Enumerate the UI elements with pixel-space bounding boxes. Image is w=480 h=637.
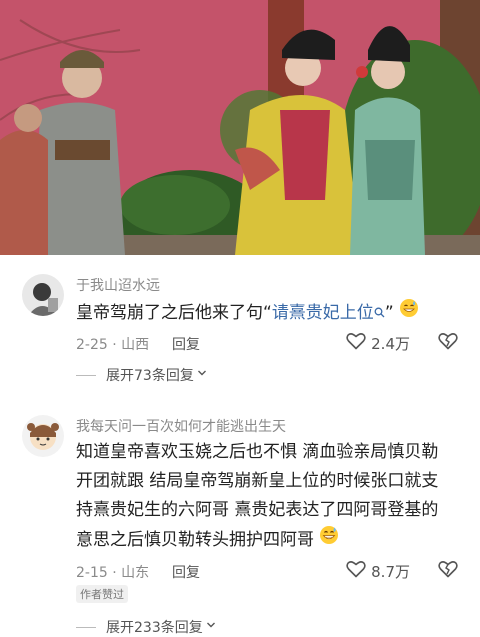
divider — [76, 374, 96, 376]
like-count: 2.4万 — [371, 334, 410, 353]
avatar[interactable] — [22, 415, 64, 457]
heart-icon — [346, 332, 366, 354]
reply-button[interactable]: 回复 — [172, 334, 200, 354]
dislike-icon — [438, 333, 458, 354]
comment-1: 于我山迢水远 皇帝驾崩了之后他来了句“请熹贵妃上位” 2-25 · 山西 回复 … — [0, 255, 480, 395]
username[interactable]: 我每天问一百次如何才能逃出生天 — [76, 416, 286, 436]
divider — [76, 626, 96, 628]
username[interactable]: 于我山迢水远 — [76, 275, 160, 295]
author-liked-badge: 作者赞过 — [76, 585, 128, 603]
comment-meta: 2-25 · 山西 — [76, 337, 150, 353]
dislike-button[interactable] — [438, 332, 458, 354]
comment-text-line: 开团就跟 结局皇帝驾崩新皇上位的时候张口就支 — [76, 471, 439, 491]
expand-replies-button[interactable]: 展开73条回复 — [76, 365, 208, 385]
dislike-button[interactable] — [438, 560, 458, 582]
heart-icon — [346, 560, 366, 582]
reply-button[interactable]: 回复 — [172, 562, 200, 582]
comment-location: 山西 — [121, 337, 150, 353]
comment-text-end: ” — [384, 303, 394, 323]
dislike-icon — [438, 561, 458, 582]
comment-text: 知道皇帝喜欢玉娆之后也不惧 滴血验亲局慎贝勒 开团就跟 结局皇帝驾崩新皇上位的时… — [76, 438, 468, 555]
like-count: 8.7万 — [371, 562, 410, 581]
drama-scene-image — [0, 0, 480, 255]
comment-text-start: 皇帝驾崩了之后他来了句“ — [76, 303, 272, 323]
comment-location: 山东 — [121, 565, 150, 581]
grin-sweat-icon — [319, 525, 339, 555]
expand-replies-button[interactable]: 展开233条回复 — [76, 617, 217, 637]
like-button[interactable]: 2.4万 — [346, 332, 410, 354]
comment-text-last-line: 意思之后慎贝勒转头拥护四阿哥 — [76, 525, 468, 555]
search-link[interactable]: 请熹贵妃上位 — [272, 303, 374, 323]
video-still[interactable] — [0, 0, 480, 255]
comment-2: 我每天问一百次如何才能逃出生天 知道皇帝喜欢玉娆之后也不惧 滴血验亲局慎贝勒 开… — [0, 395, 480, 637]
chevron-down-icon — [205, 619, 217, 635]
avatar-image — [22, 274, 64, 316]
comment-text-line: 意思之后慎贝勒转头拥护四阿哥 — [76, 530, 314, 550]
chevron-down-icon — [196, 367, 208, 383]
comment-text: 皇帝驾崩了之后他来了句“请熹贵妃上位 ” — [76, 298, 468, 328]
comment-meta: 2-15 · 山东 — [76, 565, 150, 581]
comment-text-line: 持熹贵妃生的六阿哥 熹贵妃表达了四阿哥登基的 — [76, 500, 439, 520]
comment-text-line: 知道皇帝喜欢玉娆之后也不惧 滴血验亲局慎贝勒 — [76, 442, 439, 462]
expand-replies-label: 展开233条回复 — [106, 620, 203, 636]
like-button[interactable]: 8.7万 — [346, 560, 410, 582]
avatar-image — [22, 415, 64, 457]
comment-date: 2-15 — [76, 565, 108, 581]
expand-replies-label: 展开73条回复 — [106, 368, 194, 384]
search-icon[interactable] — [374, 299, 385, 328]
comment-date: 2-25 — [76, 337, 108, 353]
sweat-smile-icon — [399, 298, 419, 328]
avatar[interactable] — [22, 274, 64, 316]
